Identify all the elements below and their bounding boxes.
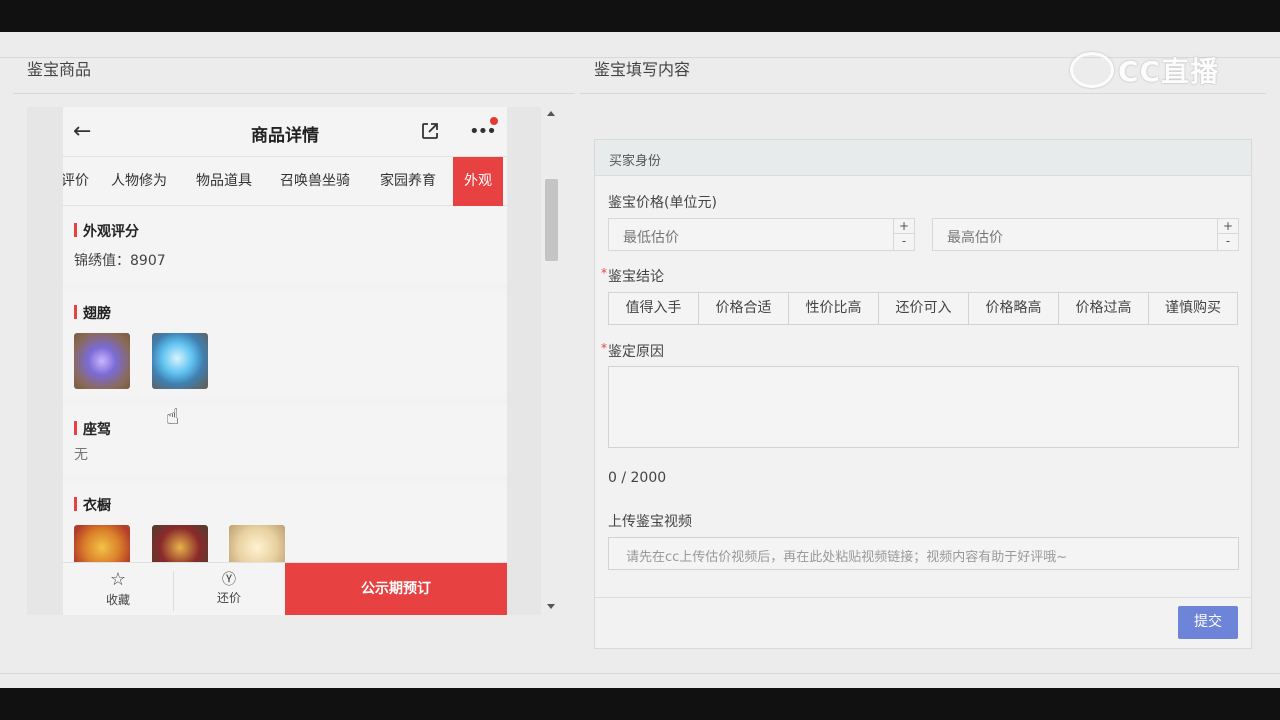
appraisal-form: 买家身份 鉴宝价格(单位元) 最低估价 + - 最高估价 + - * 鉴宝结论 … [594,139,1252,649]
phone-header: ← 商品详情 ••• [63,107,507,157]
card-title: 座驾 [74,419,111,439]
tab-home[interactable]: 家园养育 [380,157,436,206]
conclusion-worth-buying[interactable]: 值得入手 [609,293,699,324]
character-counter: 0 / 2000 [608,470,667,486]
form-footer-divider [595,597,1251,598]
counter-offer-label: 还价 [216,591,241,605]
reason-label-text: 鉴定原因 [608,344,664,360]
conclusion-too-high[interactable]: 价格过高 [1059,293,1149,324]
star-icon: ☆ [109,569,127,590]
left-section-divider [13,93,575,94]
wings-item-1[interactable] [74,333,130,389]
tab-appearance[interactable]: 外观 [453,157,503,206]
right-section-title: 鉴宝填写内容 [594,60,691,79]
tab-character[interactable]: 人物修为 [111,157,167,206]
wings-item-2[interactable] [152,333,208,389]
conclusion-label-text: 鉴宝结论 [608,269,664,285]
decrement-button[interactable]: - [894,234,914,249]
max-price-input[interactable]: 最高估价 + - [932,218,1239,251]
max-price-placeholder: 最高估价 [947,230,1003,246]
decrement-button[interactable]: - [1218,234,1238,249]
left-section-title: 鉴宝商品 [27,60,92,79]
conclusion-cautious[interactable]: 谨慎购买 [1149,293,1237,324]
page-title: 商品详情 [251,126,319,146]
category-tabs: 评价 人物修为 物品道具 召唤兽坐骑 家园养育 外观 [63,157,507,206]
tab-items[interactable]: 物品道具 [196,157,252,206]
preview-scrollbar[interactable] [541,107,562,615]
scroll-up-arrow-icon[interactable] [547,111,555,116]
cc-logo-icon [1070,52,1114,88]
submit-button[interactable]: 提交 [1178,606,1238,639]
counter-offer-button[interactable]: Ⓨ 还价 [174,563,284,615]
card-title: 外观评分 [74,221,139,241]
video-label: 上传鉴宝视频 [608,514,692,530]
right-section-divider [580,93,1266,94]
price-label: 鉴宝价格(单位元) [608,195,717,211]
favorite-label: 收藏 [105,593,130,607]
required-mark: * [601,266,607,280]
form-header: 买家身份 [595,140,1251,176]
appearance-score-card: 外观评分 锦绣值：8907 [63,207,507,283]
wings-card: 翅膀 [63,289,507,399]
mount-card: 座驾 无 [63,405,507,475]
phone-footer: ☆ 收藏 Ⓨ 还价 公示期预订 [63,562,507,615]
tab-review[interactable]: 评价 [63,157,89,206]
min-price-input[interactable]: 最低估价 + - [608,218,915,251]
phone-screen: ← 商品详情 ••• 评价 人物修为 物品道具 召唤兽坐骑 家园养育 外观 外观… [63,107,507,615]
scroll-down-arrow-icon[interactable] [547,604,555,609]
preorder-button[interactable]: 公示期预订 [285,563,507,615]
product-preview-panel: ← 商品详情 ••• 评价 人物修为 物品道具 召唤兽坐骑 家园养育 外观 外观… [27,107,562,615]
conclusion-label: * 鉴宝结论 [601,266,664,286]
video-link-input[interactable]: 请先在cc上传估价视频后，再在此处粘贴视频链接；视频内容有助于好评哦~ [608,537,1239,570]
conclusion-options: 值得入手 价格合适 性价比高 还价可入 价格略高 价格过高 谨慎购买 [608,292,1238,325]
mount-value: 无 [74,447,88,463]
buyer-identity-label: 买家身份 [609,154,662,169]
yuan-icon: Ⓨ [222,572,236,588]
bottom-divider [0,673,1280,674]
notification-dot [490,117,498,125]
reason-textarea[interactable] [608,366,1239,448]
video-link-placeholder: 请先在cc上传估价视频后，再在此处粘贴视频链接；视频内容有助于好评哦~ [626,550,1068,565]
reason-label: * 鉴定原因 [601,341,664,361]
card-title: 衣橱 [74,495,111,515]
cc-live-watermark: CC直播 [1070,50,1240,90]
min-price-stepper: + - [893,219,914,250]
increment-button[interactable]: + [1218,219,1238,234]
bottom-letterbox [0,688,1280,720]
wardrobe-card: 衣橱 [63,481,507,581]
conclusion-negotiable[interactable]: 还价可入 [879,293,969,324]
card-title: 翅膀 [74,303,111,323]
hand-cursor-icon: ☝ [166,405,180,430]
min-price-placeholder: 最低估价 [623,230,679,246]
scroll-thumb[interactable] [545,179,558,261]
appearance-score-value: 锦绣值：8907 [74,253,166,269]
tab-summons[interactable]: 召唤兽坐骑 [280,157,350,206]
max-price-stepper: + - [1217,219,1238,250]
favorite-button[interactable]: ☆ 收藏 [63,563,173,615]
conclusion-fair-price[interactable]: 价格合适 [699,293,789,324]
increment-button[interactable]: + [894,219,914,234]
required-mark: * [601,341,607,355]
conclusion-slightly-high[interactable]: 价格略高 [969,293,1059,324]
watermark-text: CC直播 [1118,55,1220,88]
top-letterbox [0,0,1280,32]
share-icon[interactable] [420,121,440,141]
conclusion-good-value[interactable]: 性价比高 [789,293,879,324]
